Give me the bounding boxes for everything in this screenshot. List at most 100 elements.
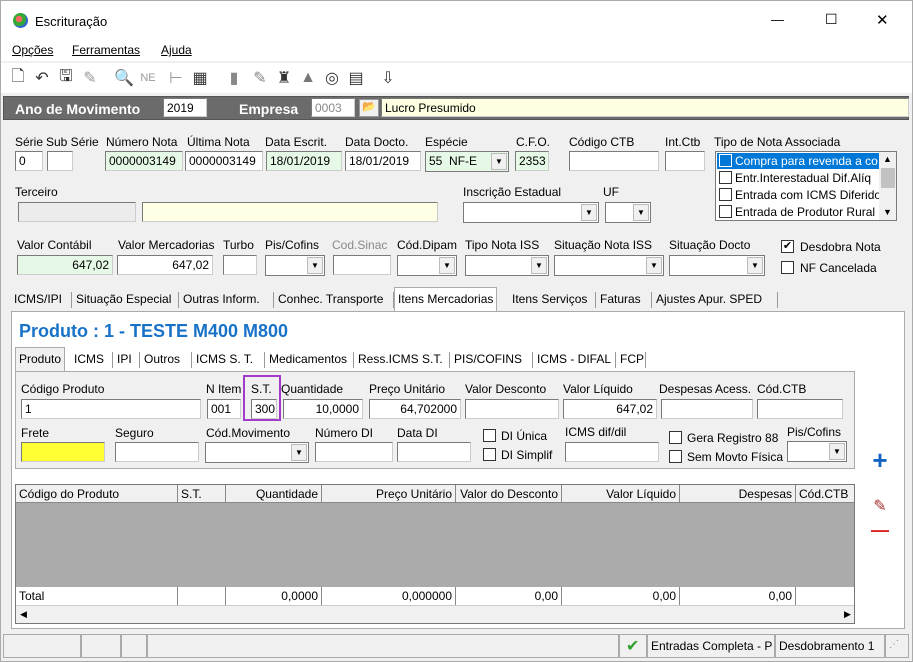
piscofins-item-select[interactable]: ▼ bbox=[787, 441, 847, 462]
listbox-scrollbar[interactable]: ▲ ▼ bbox=[879, 152, 896, 220]
ano-field[interactable]: 2019 bbox=[163, 98, 207, 117]
dataescrit-field[interactable]: 18/01/2019 bbox=[266, 151, 342, 171]
piscofins-select[interactable]: ▼ bbox=[265, 255, 325, 276]
gera88-checkbox[interactable] bbox=[669, 431, 682, 444]
scroll-thumb[interactable] bbox=[881, 168, 895, 188]
desconto-field[interactable] bbox=[465, 399, 559, 419]
quantidade-field[interactable]: 10,0000 bbox=[283, 399, 363, 419]
tab-faturas[interactable]: Faturas bbox=[597, 288, 644, 310]
seguro-field[interactable] bbox=[115, 442, 199, 462]
col-valor-desconto[interactable]: Valor do Desconto bbox=[456, 485, 562, 503]
close-button[interactable]: ✕ bbox=[876, 11, 889, 29]
scroll-thumb[interactable] bbox=[34, 608, 804, 621]
terceiro-name-field[interactable] bbox=[142, 202, 438, 222]
valormerc-field[interactable]: 647,02 bbox=[117, 255, 213, 275]
liquido-field[interactable]: 647,02 bbox=[563, 399, 657, 419]
tab-icms-st[interactable]: ICMS S. T. bbox=[193, 348, 256, 370]
maximize-button[interactable]: ☐ bbox=[825, 11, 838, 28]
empresa-code-field[interactable]: 0003 bbox=[311, 98, 355, 117]
tab-fcp[interactable]: FCP bbox=[617, 348, 647, 370]
chevron-down-icon[interactable]: ▼ bbox=[829, 443, 845, 460]
undo-icon[interactable]: ↶ bbox=[31, 67, 53, 89]
tipo-nota-item[interactable]: Compra para revenda a co bbox=[717, 153, 879, 169]
chevron-down-icon[interactable]: ▼ bbox=[633, 204, 649, 221]
codigo-produto-field[interactable]: 1 bbox=[21, 399, 201, 419]
checkbox-icon[interactable] bbox=[719, 205, 732, 218]
preview-icon[interactable]: 🔍 bbox=[113, 67, 135, 89]
icmsdif-field[interactable] bbox=[565, 442, 659, 462]
tab-conhec-transporte[interactable]: Conhec. Transporte bbox=[275, 288, 386, 310]
col-despesas[interactable]: Despesas bbox=[680, 485, 796, 503]
resize-grip[interactable]: ⋰ bbox=[885, 634, 909, 658]
tipo-nota-listbox[interactable]: Compra para revenda a co Entr.Interestad… bbox=[715, 151, 897, 221]
disimplif-checkbox[interactable] bbox=[483, 448, 496, 461]
serie-field[interactable]: 0 bbox=[15, 151, 43, 171]
col-codigo-produto[interactable]: Código do Produto bbox=[16, 485, 178, 503]
tab-ipi[interactable]: IPI bbox=[114, 348, 135, 370]
preco-field[interactable]: 64,702000 bbox=[369, 399, 461, 419]
tab-ress-icms-st[interactable]: Ress.ICMS S.T. bbox=[355, 348, 446, 370]
bell-icon[interactable]: ▲ bbox=[297, 67, 319, 89]
exit-icon[interactable]: ⇩ bbox=[377, 67, 399, 89]
checkbox-icon[interactable] bbox=[719, 154, 732, 167]
grid-hscrollbar[interactable]: ◀ ▶ bbox=[16, 605, 854, 623]
tab-outros[interactable]: Outros bbox=[141, 348, 183, 370]
datadocto-field[interactable]: 18/01/2019 bbox=[345, 151, 421, 171]
situacaoiss-select[interactable]: ▼ bbox=[554, 255, 664, 276]
cancelada-checkbox[interactable] bbox=[781, 261, 794, 274]
coddipam-select[interactable]: ▼ bbox=[397, 255, 457, 276]
edit-item-button[interactable]: ✎ bbox=[869, 496, 891, 518]
tipo-nota-item[interactable]: Entrada com ICMS Diferido bbox=[717, 187, 881, 203]
col-cod-ctb[interactable]: Cód.CTB bbox=[796, 485, 854, 503]
frete-field[interactable] bbox=[21, 442, 105, 462]
chevron-down-icon[interactable]: ▼ bbox=[531, 257, 547, 274]
scroll-left-icon[interactable]: ◀ bbox=[20, 609, 27, 620]
cfo-field[interactable]: 2353 bbox=[515, 151, 549, 171]
cib-icon[interactable]: ◎ bbox=[321, 67, 343, 89]
remove-item-button[interactable]: — bbox=[867, 520, 893, 540]
ctb-field[interactable] bbox=[569, 151, 659, 171]
col-preco-unitario[interactable]: Preço Unitário bbox=[322, 485, 456, 503]
new-icon[interactable]: 🗋 bbox=[7, 67, 29, 89]
menu-ferramentas[interactable]: Ferramentas bbox=[72, 43, 140, 57]
datadi-field[interactable] bbox=[397, 442, 471, 462]
tab-situacao-especial[interactable]: Situação Especial bbox=[73, 288, 174, 310]
checkbox-icon[interactable] bbox=[719, 188, 732, 201]
tipo-nota-item[interactable]: Entr.Interestadual Dif.Alíq bbox=[717, 170, 879, 186]
tab-icms[interactable]: ICMS bbox=[71, 348, 107, 370]
tab-icms-ipi[interactable]: ICMS/IPI bbox=[11, 288, 65, 310]
intctb-field[interactable] bbox=[665, 151, 705, 171]
tab-icms-difal[interactable]: ICMS - DIFAL bbox=[534, 348, 614, 370]
desdobra-checkbox[interactable]: ✔ bbox=[781, 240, 794, 253]
calc-icon[interactable]: ▦ bbox=[189, 67, 211, 89]
col-st[interactable]: S.T. bbox=[178, 485, 226, 503]
codsinac-field[interactable] bbox=[333, 255, 391, 275]
situacaodocto-select[interactable]: ▼ bbox=[669, 255, 765, 276]
diunica-checkbox[interactable] bbox=[483, 429, 496, 442]
scroll-down-icon[interactable]: ▼ bbox=[883, 207, 892, 217]
delete-icon[interactable]: ✎ bbox=[79, 67, 101, 89]
nfe-icon[interactable]: NE bbox=[137, 67, 159, 89]
tab-produto[interactable]: Produto bbox=[15, 347, 66, 371]
col-valor-liquido[interactable]: Valor Líquido bbox=[562, 485, 680, 503]
tab-itens-servicos[interactable]: Itens Serviços bbox=[509, 288, 590, 310]
checkbox-icon[interactable] bbox=[719, 171, 732, 184]
tab-outras-inform[interactable]: Outras Inform. bbox=[180, 288, 263, 310]
subserie-field[interactable] bbox=[47, 151, 73, 171]
col-quantidade[interactable]: Quantidade bbox=[226, 485, 322, 503]
tipo-nota-item[interactable]: Entrada de Produtor Rural bbox=[717, 204, 879, 220]
doc-icon[interactable]: ▮ bbox=[223, 67, 245, 89]
despesas-field[interactable] bbox=[661, 399, 753, 419]
chevron-down-icon[interactable]: ▼ bbox=[439, 257, 455, 274]
tree-icon[interactable]: ⊢ bbox=[165, 67, 187, 89]
codmov-select[interactable]: ▼ bbox=[205, 442, 309, 463]
chevron-down-icon[interactable]: ▼ bbox=[581, 204, 597, 221]
tipoiss-select[interactable]: ▼ bbox=[465, 255, 549, 276]
numerodi-field[interactable] bbox=[315, 442, 393, 462]
semmovto-checkbox[interactable] bbox=[669, 450, 682, 463]
folder-icon[interactable]: 📂 bbox=[359, 99, 379, 117]
chevron-down-icon[interactable]: ▼ bbox=[491, 153, 507, 170]
uf-select[interactable]: ▼ bbox=[605, 202, 651, 223]
especie-select[interactable]: 55 NF-E ▼ bbox=[425, 151, 509, 172]
scroll-right-icon[interactable]: ▶ bbox=[844, 609, 851, 620]
